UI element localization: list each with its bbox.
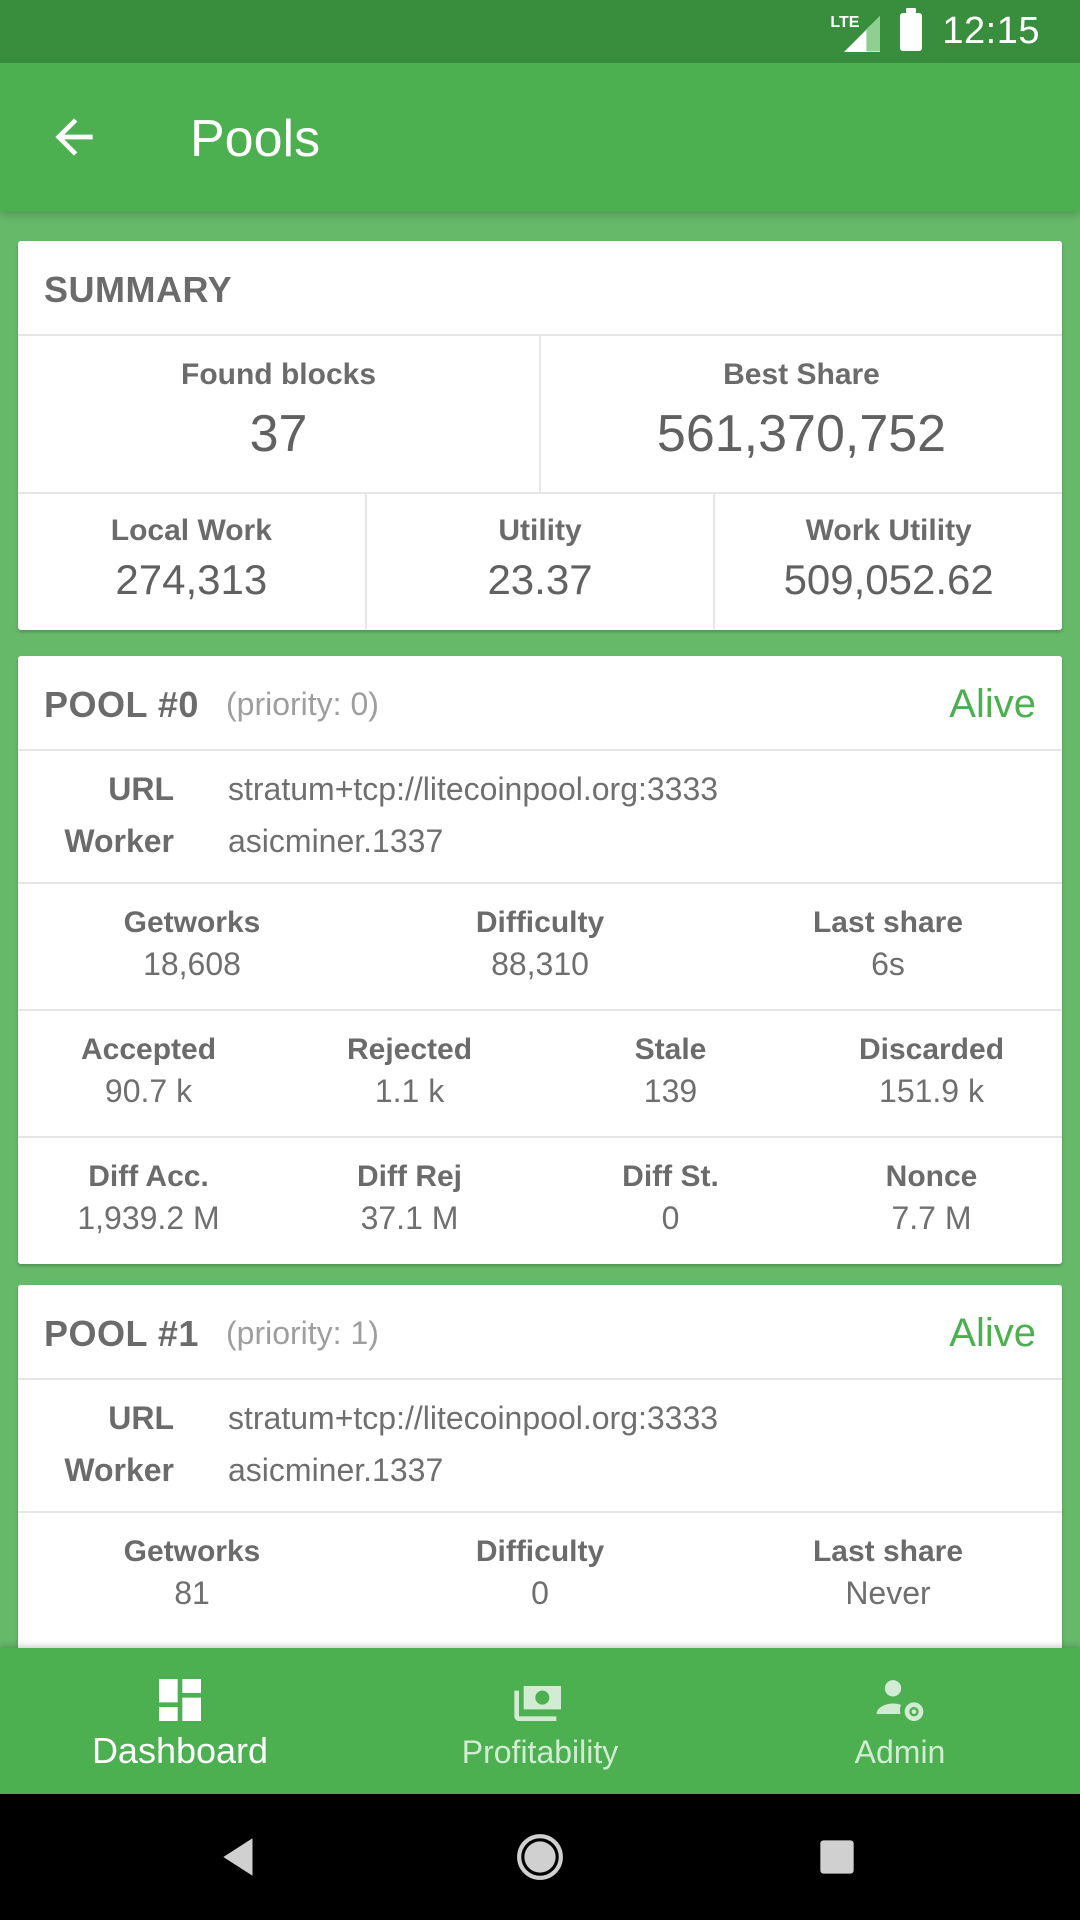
- utility-cell: Utility 23.37: [367, 494, 716, 629]
- worker-label: Worker: [64, 823, 174, 859]
- best-share-value: 561,370,752: [656, 405, 947, 463]
- last-share-value: Never: [845, 1575, 931, 1611]
- local-work-value: 274,313: [115, 556, 268, 603]
- last-share-label: Last share: [812, 906, 964, 939]
- clock: 12:15: [942, 10, 1040, 52]
- admin-settings-icon: [876, 1680, 924, 1721]
- diff-st-label: Diff St.: [622, 1160, 719, 1193]
- utility-value: 23.37: [487, 556, 593, 603]
- accepted-label: Accepted: [80, 1033, 217, 1066]
- difficulty-label: Difficulty: [475, 1535, 605, 1568]
- pool-priority: (priority: 0): [226, 686, 379, 722]
- work-utility-value: 509,052.62: [783, 556, 994, 603]
- diff-rej-label: Diff Rej: [357, 1160, 462, 1193]
- worker-value: asicminer.1337: [228, 823, 444, 859]
- pool-title: POOL #0: [44, 684, 199, 725]
- last-share-label: Last share: [812, 1535, 964, 1568]
- bottom-navigation: Dashboard Profitability Admin: [0, 1648, 1080, 1794]
- pool-connection-info: URL stratum+tcp://litecoinpool.org:3333 …: [18, 1380, 1062, 1513]
- nonce-value: 7.7 M: [891, 1200, 972, 1236]
- discarded-value: 151.9 k: [879, 1073, 984, 1109]
- summary-card: SUMMARY Found blocks 37 Best Share 561,3…: [18, 241, 1062, 630]
- status-bar: LTE 12:15: [0, 0, 1080, 63]
- pool-status: Alive: [949, 682, 1036, 726]
- dashboard-icon: [159, 1679, 201, 1721]
- getworks-value: 18,608: [143, 946, 241, 982]
- pool-title: POOL #1: [44, 1313, 199, 1354]
- difficulty-value: 88,310: [491, 946, 589, 982]
- pool-card[interactable]: POOL #1 (priority: 1) Alive URL stratum+…: [18, 1285, 1062, 1648]
- local-work-label: Local Work: [110, 514, 272, 547]
- scroll-content[interactable]: SUMMARY Found blocks 37 Best Share 561,3…: [0, 211, 1080, 1648]
- work-utility-label: Work Utility: [805, 514, 972, 547]
- pool-card[interactable]: POOL #0 (priority: 0) Alive URL stratum+…: [18, 656, 1062, 1264]
- difficulty-label: Difficulty: [475, 906, 605, 939]
- recents-square-icon[interactable]: [812, 1832, 862, 1882]
- pool-priority: (priority: 1): [226, 1315, 379, 1351]
- worker-value: asicminer.1337: [228, 1452, 444, 1488]
- accepted-value: 90.7 k: [104, 1073, 193, 1109]
- nav-admin[interactable]: Admin: [720, 1648, 1080, 1794]
- url-label: URL: [108, 1400, 174, 1436]
- utility-label: Utility: [498, 514, 582, 547]
- nav-label: Admin: [854, 1734, 946, 1770]
- nav-label: Dashboard: [91, 1730, 269, 1771]
- back-arrow-icon[interactable]: [46, 109, 102, 165]
- found-blocks-value: 37: [249, 405, 308, 463]
- url-value: stratum+tcp://litecoinpool.org:3333: [228, 771, 719, 807]
- best-share-label: Best Share: [723, 358, 880, 391]
- diff-acc-label: Diff Acc.: [88, 1160, 209, 1193]
- home-circle-icon[interactable]: [515, 1832, 565, 1882]
- found-blocks-label: Found blocks: [181, 358, 376, 391]
- battery-icon: [900, 7, 923, 51]
- back-triangle-icon[interactable]: [215, 1832, 265, 1882]
- last-share-value: 6s: [871, 946, 905, 982]
- nonce-label: Nonce: [885, 1160, 978, 1193]
- pool-connection-info: URL stratum+tcp://litecoinpool.org:3333 …: [18, 751, 1062, 884]
- summary-title: SUMMARY: [44, 269, 233, 310]
- stale-value: 139: [643, 1073, 698, 1109]
- local-work-cell: Local Work 274,313: [18, 494, 367, 629]
- nav-dashboard[interactable]: Dashboard: [0, 1648, 360, 1794]
- cash-icon: [514, 1686, 561, 1721]
- rejected-value: 1.1 k: [374, 1073, 445, 1109]
- diff-rej-value: 37.1 M: [360, 1200, 459, 1236]
- page-title: Pools: [190, 110, 321, 168]
- work-utility-cell: Work Utility 509,052.62: [715, 494, 1062, 629]
- url-value: stratum+tcp://litecoinpool.org:3333: [228, 1400, 719, 1436]
- getworks-label: Getworks: [123, 1535, 261, 1568]
- found-blocks-cell: Found blocks 37: [18, 336, 541, 492]
- diff-st-value: 0: [661, 1200, 680, 1236]
- discarded-label: Discarded: [858, 1033, 1005, 1066]
- app-bar: Pools: [0, 63, 1080, 211]
- getworks-value: 81: [174, 1575, 210, 1611]
- pool-status: Alive: [949, 1311, 1036, 1355]
- system-navigation-bar: [0, 1794, 1080, 1920]
- difficulty-value: 0: [531, 1575, 549, 1611]
- nav-label: Profitability: [461, 1734, 619, 1770]
- url-label: URL: [108, 771, 174, 807]
- diff-acc-value: 1,939.2 M: [77, 1200, 220, 1236]
- getworks-label: Getworks: [123, 906, 261, 939]
- stale-label: Stale: [634, 1033, 707, 1066]
- lte-signal-icon: LTE: [830, 12, 881, 52]
- nav-profitability[interactable]: Profitability: [360, 1648, 720, 1794]
- worker-label: Worker: [64, 1452, 174, 1488]
- best-share-cell: Best Share 561,370,752: [541, 336, 1062, 492]
- rejected-label: Rejected: [346, 1033, 473, 1066]
